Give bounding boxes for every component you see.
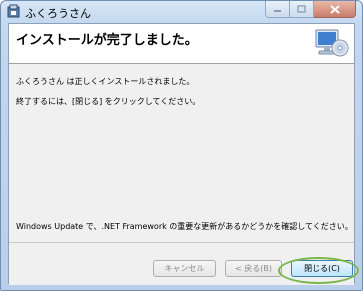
page-title: インストールが完了しました。 xyxy=(16,33,198,48)
windows-update-text: Windows Update で、.NET Framework の重要な更新があ… xyxy=(16,222,353,231)
minimize-icon xyxy=(274,9,281,12)
close-button-highlight xyxy=(278,257,359,284)
installer-window: ふくろうさん インストールが完了しました。 ふくろうさん は正しくインストールさ… xyxy=(0,0,363,291)
back-button[interactable]: < 戻る(B) xyxy=(225,260,282,277)
cancel-button[interactable]: キャンセル xyxy=(153,260,216,277)
close-window-button[interactable] xyxy=(314,1,356,18)
window-title: ふくろうさん xyxy=(25,7,91,20)
close-instruction-text: 終了するには、[閉じる] をクリックしてください。 xyxy=(16,97,201,106)
app-installer-icon xyxy=(6,4,21,19)
wizard-banner: インストールが完了しました。 xyxy=(9,24,354,64)
window-controls xyxy=(265,1,356,19)
install-success-text: ふくろうさん は正しくインストールされました。 xyxy=(16,77,195,86)
title-bar[interactable]: ふくろうさん xyxy=(1,1,362,23)
maximize-button[interactable] xyxy=(290,1,314,18)
wizard-content: インストールが完了しました。 ふくろうさん は正しくインストールされました。 終… xyxy=(8,23,355,285)
close-icon xyxy=(329,4,340,14)
minimize-button[interactable] xyxy=(265,1,290,18)
wizard-body: ふくろうさん は正しくインストールされました。 終了するには、[閉じる] をクリ… xyxy=(9,64,354,242)
maximize-icon xyxy=(297,5,306,13)
computer-cd-icon xyxy=(313,28,349,58)
